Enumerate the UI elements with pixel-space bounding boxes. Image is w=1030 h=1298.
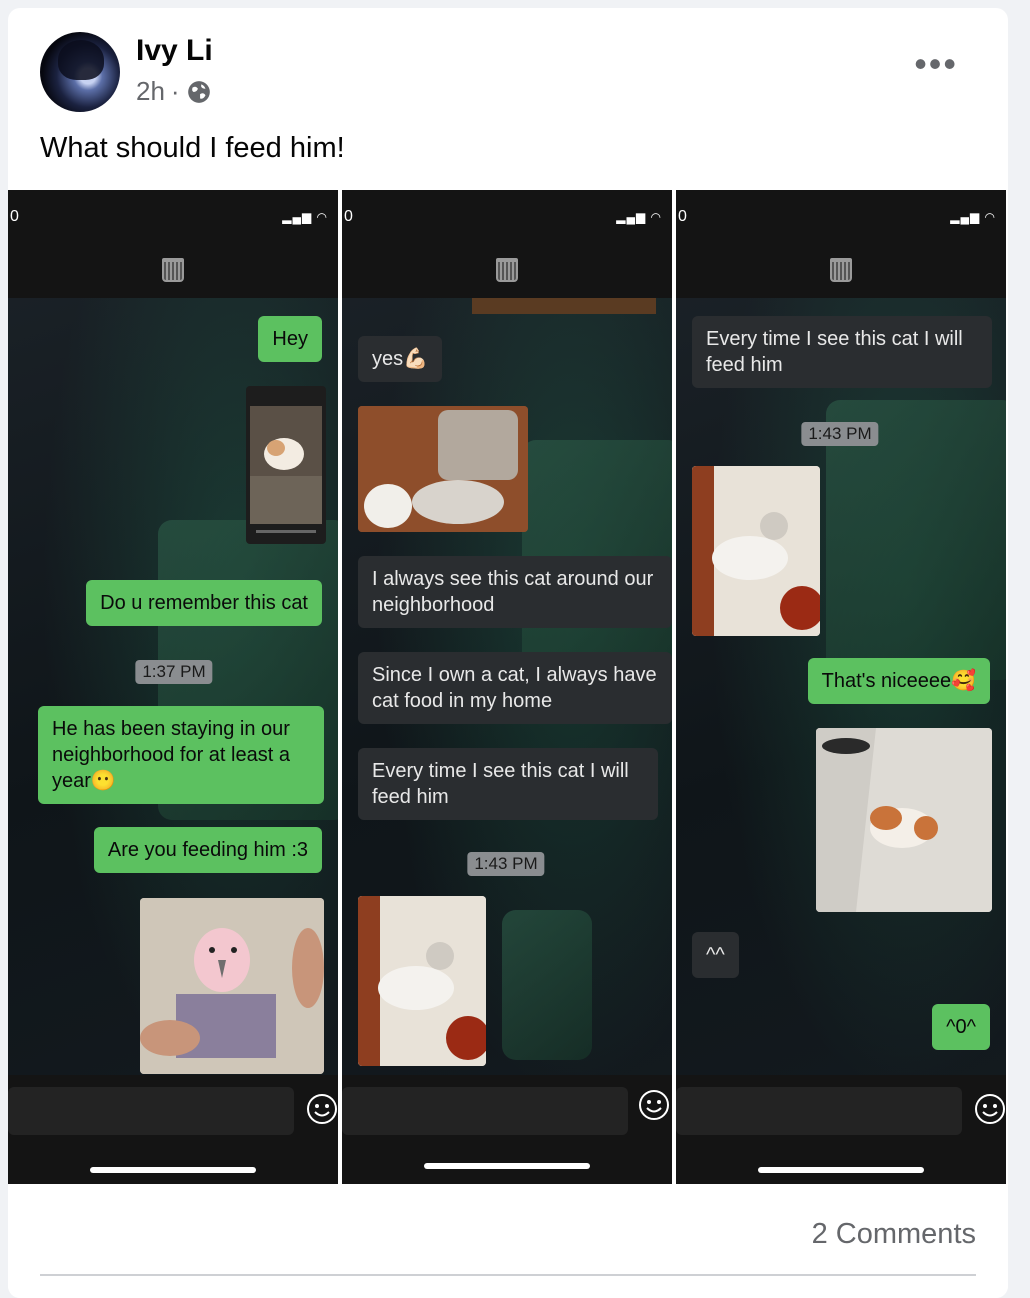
- status-left: 0: [344, 208, 353, 225]
- signal-icon: ▂▄▆ ◠: [282, 210, 328, 224]
- post-footer: 2 Comments: [8, 1184, 1008, 1298]
- trash-icon: [496, 258, 518, 282]
- phone-screenshot-image[interactable]: [246, 386, 326, 544]
- post-meta: 2h ·: [136, 76, 212, 107]
- message-bubble: I always see this cat around our neighbo…: [358, 556, 672, 628]
- message-input[interactable]: [676, 1087, 962, 1135]
- timestamp: 1:43 PM: [801, 422, 879, 446]
- message-bubble: He has been staying in our neighborhood …: [38, 706, 324, 804]
- cat-on-floor-photo: [692, 466, 820, 636]
- home-indicator: [424, 1163, 590, 1169]
- message-input[interactable]: [342, 1087, 628, 1135]
- message-bubble: That's niceeee🥰: [807, 658, 990, 704]
- smiley-icon[interactable]: [638, 1089, 670, 1121]
- message-bubble: ^^: [692, 932, 739, 978]
- timestamp: 1:37 PM: [135, 660, 213, 684]
- cat-feeder-photo: [358, 406, 528, 532]
- message-input[interactable]: [8, 1087, 294, 1135]
- message-bubble: yes💪🏻: [358, 336, 443, 382]
- chat-input-bar: [676, 1075, 1006, 1184]
- smiley-icon[interactable]: [306, 1093, 338, 1125]
- post-time[interactable]: 2h: [136, 76, 165, 107]
- smiley-icon[interactable]: [974, 1093, 1006, 1125]
- message-bubble: Every time I see this cat I will feed hi…: [358, 748, 658, 820]
- message-bubble: Every time I see this cat I will feed hi…: [692, 316, 992, 388]
- message-bubble: Do u remember this cat: [86, 580, 322, 626]
- cat-feeder-image[interactable]: [358, 406, 528, 532]
- cat-on-floor-photo: [358, 896, 486, 1066]
- cat-walking-image[interactable]: [816, 728, 992, 912]
- parrot-illustration: [140, 898, 324, 1074]
- chat-screenshot-3[interactable]: 0 ▂▄▆ ◠ Every time I see this cat I will…: [676, 190, 1006, 1184]
- cat-on-floor-image[interactable]: [358, 896, 486, 1066]
- divider: [40, 1274, 976, 1276]
- image-strip[interactable]: 0 ▂▄▆ ◠ Hey Do u remember this cat 1:37 …: [8, 190, 1008, 1184]
- message-bubble: Are you feeding him :3: [93, 827, 322, 873]
- author-name[interactable]: Ivy Li: [136, 34, 213, 68]
- parrot-sticker-image[interactable]: [140, 898, 324, 1074]
- post-card: Ivy Li 2h · ••• What should I feed him! …: [8, 8, 1008, 1298]
- chat-screenshot-1[interactable]: 0 ▂▄▆ ◠ Hey Do u remember this cat 1:37 …: [8, 190, 338, 1184]
- status-bar: 0 ▂▄▆ ◠: [342, 190, 672, 298]
- cat-walking-photo: [816, 728, 992, 912]
- chat-input-bar: [8, 1075, 338, 1184]
- trash-icon: [162, 258, 184, 282]
- status-left: 0: [678, 208, 687, 225]
- cat-photo: [250, 406, 322, 533]
- signal-icon: ▂▄▆ ◠: [616, 210, 662, 224]
- background-phone-receiver: [502, 910, 592, 1060]
- trash-icon: [830, 258, 852, 282]
- chat-screenshot-2[interactable]: 0 ▂▄▆ ◠ yes💪🏻 I always see this cat arou…: [342, 190, 672, 1184]
- avatar[interactable]: [40, 32, 120, 112]
- previous-image-edge: [472, 298, 656, 314]
- home-indicator: [90, 1167, 256, 1173]
- chat-input-bar: [342, 1075, 672, 1184]
- status-bar: 0 ▂▄▆ ◠: [8, 190, 338, 298]
- cat-on-floor-image[interactable]: [692, 466, 820, 636]
- message-bubble: Since I own a cat, I always have cat foo…: [358, 652, 672, 724]
- status-bar: 0 ▂▄▆ ◠: [676, 190, 1006, 298]
- post-header: Ivy Li 2h · ••• What should I feed him!: [8, 8, 1008, 188]
- status-left: 0: [10, 208, 19, 225]
- signal-icon: ▂▄▆ ◠: [950, 210, 996, 224]
- more-options-icon[interactable]: •••: [914, 46, 958, 82]
- globe-icon: [187, 80, 210, 103]
- meta-separator: ·: [170, 76, 180, 106]
- post-text: What should I feed him!: [40, 132, 345, 164]
- message-bubble: ^0^: [932, 1004, 990, 1050]
- message-bubble: Hey: [258, 316, 322, 362]
- home-indicator: [758, 1167, 924, 1173]
- timestamp: 1:43 PM: [467, 852, 545, 876]
- comments-count[interactable]: 2 Comments: [812, 1218, 976, 1251]
